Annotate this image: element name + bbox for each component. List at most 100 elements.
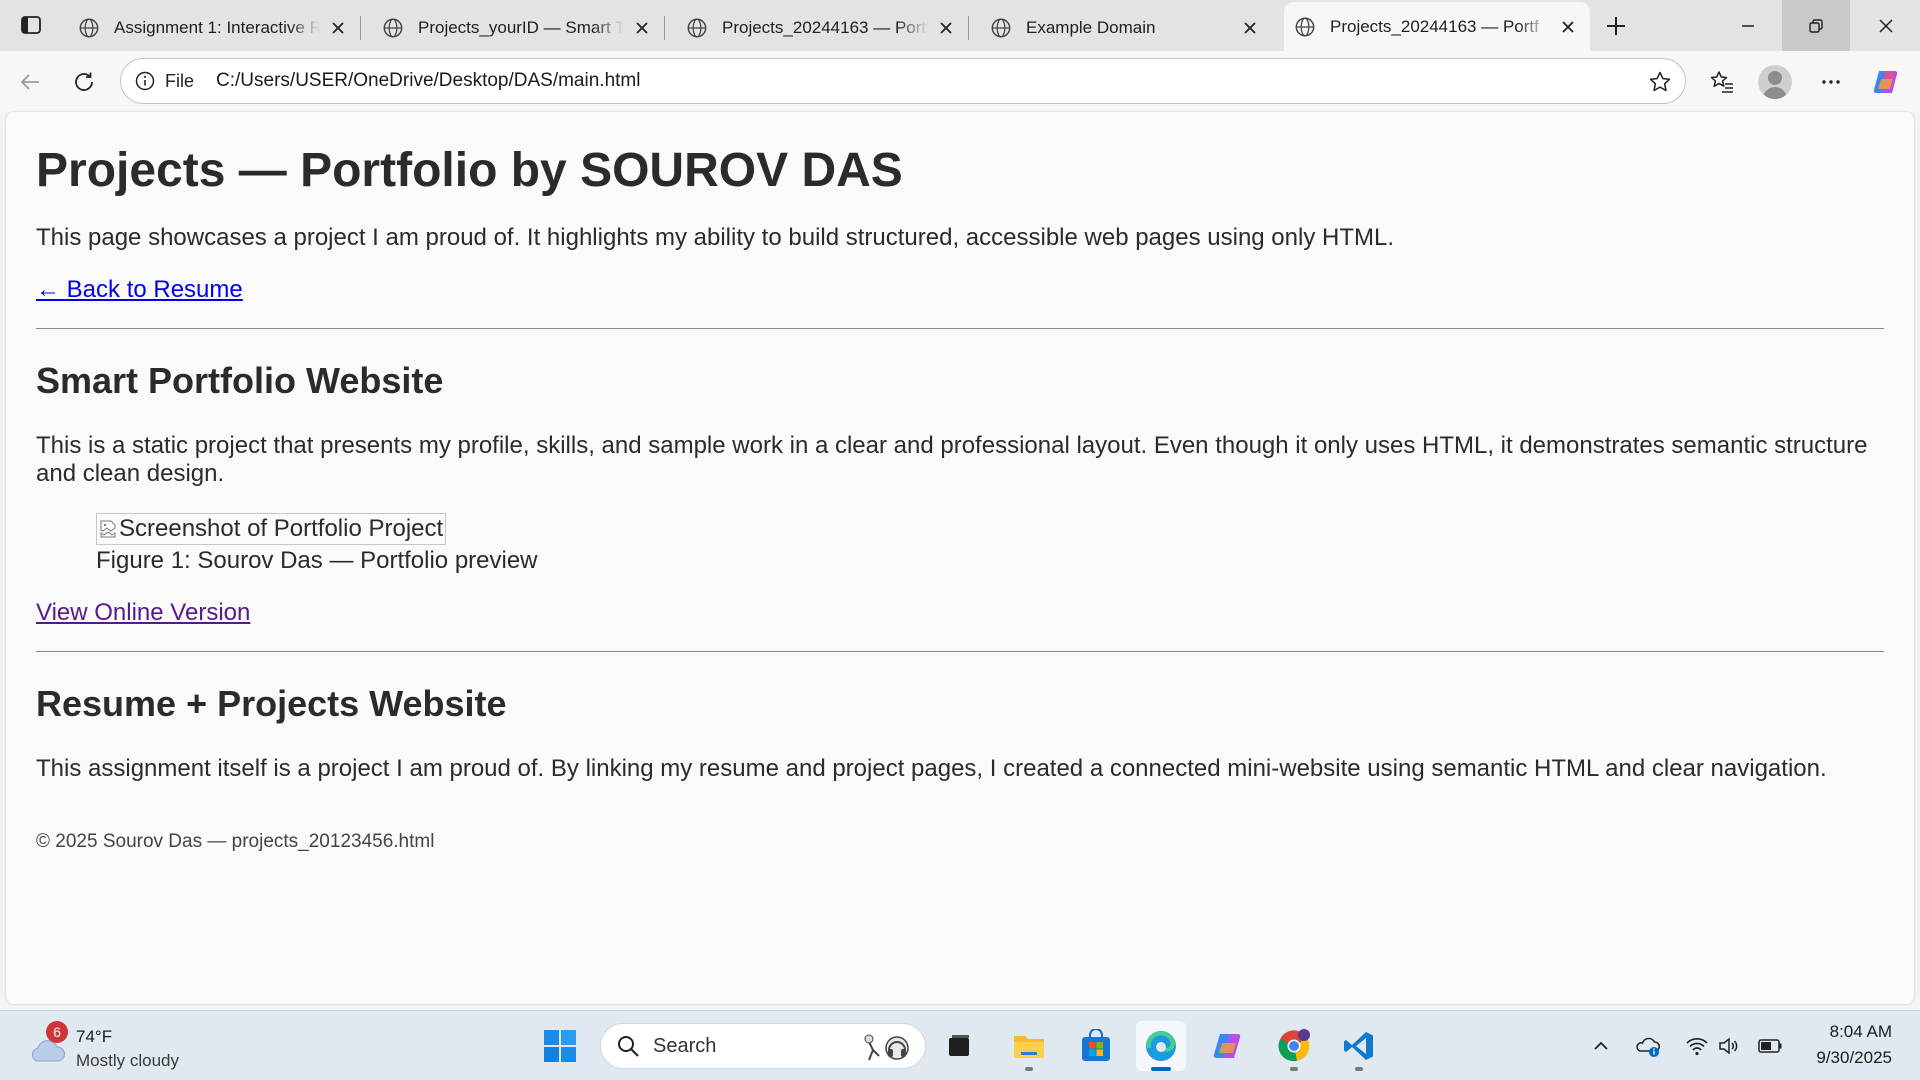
info-icon[interactable] [133,69,157,93]
close-icon[interactable] [1556,15,1580,39]
avatar[interactable] [1758,65,1792,99]
broken-image: Screenshot of Portfolio Project [96,512,447,545]
microsoft-store-icon [1082,1029,1110,1061]
settings-more-button[interactable] [1815,66,1847,98]
page-title: Projects — Portfolio by SOUROV DAS [36,144,903,197]
project-heading: Resume + Projects Website [36,682,507,724]
globe-icon [79,18,99,37]
close-icon[interactable] [630,16,654,40]
close-icon[interactable] [934,16,958,40]
project-figure: Screenshot of Portfolio Project Figure 1… [96,512,1884,575]
back-to-resume-link[interactable]: ← Back to Resume [36,276,243,304]
project-heading: Smart Portfolio Website [36,359,444,401]
tab-title: Projects_20244163 — Portf [1330,16,1539,36]
divider [36,650,1884,652]
vscode-button[interactable] [1334,1021,1384,1071]
tab-title: Example Domain [1026,17,1156,37]
close-window-button[interactable] [1852,0,1920,51]
start-icon [544,1030,576,1062]
weather-temp: 74°F [76,1027,113,1046]
tab-projects-active[interactable]: Projects_20244163 — Portf [1284,2,1590,51]
search-highlight-icon [864,1034,909,1061]
weather-condition: Mostly cloudy [76,1051,179,1070]
reload-icon [75,72,93,91]
tab-assignment[interactable]: Assignment 1: Interactive R [68,4,361,51]
copilot-icon [1873,71,1898,93]
figure-caption: Figure 1: Sourov Das — Portfolio preview [96,546,538,574]
project-description: This is a static project that presents m… [36,432,1868,488]
battery-icon[interactable] [1757,1033,1783,1059]
weather-widget[interactable]: 6 74°F Mostly cloudy [26,1017,206,1073]
search-placeholder: Search [653,1034,717,1057]
more-icon [1822,80,1840,84]
copilot-icon [1213,1034,1241,1058]
task-view-button[interactable] [934,1021,984,1071]
globe-icon [687,18,707,37]
close-icon[interactable] [1238,16,1262,40]
taskbar-search[interactable]: Search [600,1023,926,1069]
tab-title: Assignment 1: Interactive R [114,17,320,37]
tab-projects-yourid[interactable]: Projects_yourID — Smart T [372,4,665,51]
favorites-button[interactable] [1706,66,1738,98]
browser-toolbar: File C:/Users/USER/OneDrive/Desktop/DAS/… [0,51,1920,112]
chrome-button[interactable] [1269,1021,1319,1071]
tab-title: Projects_yourID — Smart T [418,17,624,37]
project-section-portfolio: Smart Portfolio Website This is a static… [36,359,1884,627]
plus-icon [1607,17,1625,35]
favorites-icon [1710,71,1733,93]
image-alt-text: Screenshot of Portfolio Project [119,514,444,542]
chevron-up-icon[interactable] [1588,1033,1614,1059]
tab-projects-20244163[interactable]: Projects_20244163 — Portf [676,4,969,51]
broken-image-icon [100,520,116,538]
notification-badge: 6 [46,1021,68,1043]
intro-paragraph: This page showcases a project I am proud… [36,223,1395,251]
close-icon [1879,18,1893,33]
clock-time: 8:04 AM [1829,1022,1892,1041]
edge-button[interactable] [1136,1021,1186,1071]
tab-example-domain[interactable]: Example Domain [980,4,1272,51]
copilot-button[interactable] [1870,66,1902,98]
wifi-icon[interactable] [1684,1033,1710,1059]
scheme-label: File [165,70,195,91]
task-view-icon [949,1035,969,1056]
file-explorer-icon [1014,1036,1044,1058]
system-clock[interactable]: 8:04 AM 9/30/2025 [1796,1019,1892,1071]
volume-icon[interactable] [1716,1033,1742,1059]
minimize-icon [1742,24,1754,27]
tab-actions-icon[interactable] [6,6,56,44]
tab-title: Projects_20244163 — Portf [722,17,928,37]
onedrive-icon[interactable] [1635,1033,1661,1059]
url-text[interactable]: C:/Users/USER/OneDrive/Desktop/DAS/main.… [216,70,640,92]
chrome-icon [1278,1029,1310,1062]
start-button[interactable] [535,1021,585,1071]
project-description: This assignment itself is a project I am… [36,754,1827,782]
arrow-left-icon [20,74,39,90]
view-online-link[interactable]: View Online Version [36,599,250,627]
vscode-icon [1344,1032,1373,1060]
globe-icon [1295,17,1315,36]
edge-icon [1146,1031,1176,1061]
reload-button[interactable] [68,66,100,98]
page-footer: © 2025 Sourov Das — projects_20123456.ht… [36,831,435,853]
search-icon [615,1033,641,1059]
microsoft-store-button[interactable] [1071,1021,1121,1071]
address-bar[interactable]: File C:/Users/USER/OneDrive/Desktop/DAS/… [120,58,1686,104]
globe-icon [991,18,1011,37]
page-viewport: Projects — Portfolio by SOUROV DAS This … [6,112,1914,1004]
back-button[interactable] [14,66,46,98]
divider [36,327,1884,329]
close-icon[interactable] [326,16,350,40]
file-explorer-button[interactable] [1004,1021,1054,1071]
tab-strip: Assignment 1: Interactive R Projects_you… [0,0,1920,51]
clock-date: 9/30/2025 [1816,1048,1892,1067]
page-content: Projects — Portfolio by SOUROV DAS This … [6,112,1914,853]
favorite-star-icon[interactable] [1647,69,1673,95]
copilot-taskbar-button[interactable] [1203,1021,1253,1071]
taskbar: 6 74°F Mostly cloudy Search 8:04 AM 9/30… [0,1010,1920,1080]
globe-icon [383,18,403,37]
new-tab-button[interactable] [1598,8,1634,44]
minimize-button[interactable] [1714,0,1782,51]
project-section-resume: Resume + Projects Website This assignmen… [36,682,1884,784]
restore-icon [1809,18,1823,33]
restore-button[interactable] [1782,0,1850,51]
